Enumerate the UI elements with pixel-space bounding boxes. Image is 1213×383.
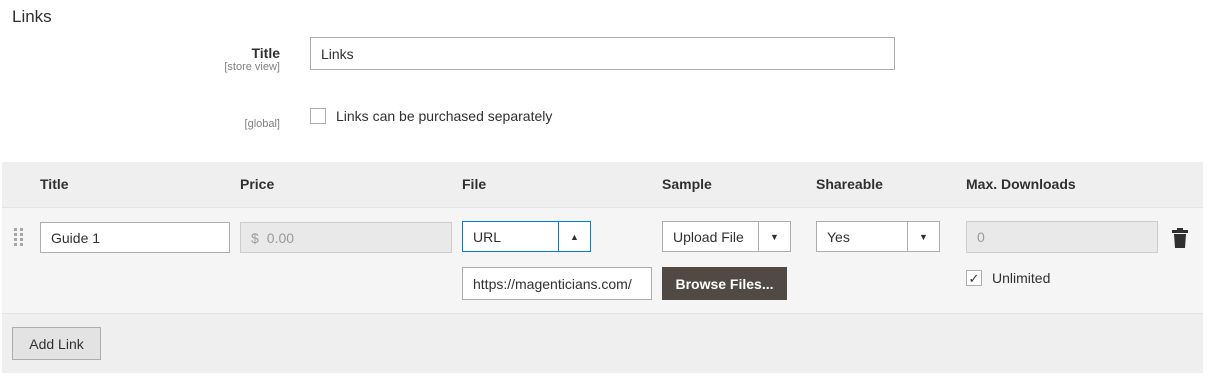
- shareable-value: Yes: [827, 228, 850, 245]
- file-type-select[interactable]: URL ▲: [462, 221, 591, 252]
- column-header-max-downloads: Max. Downloads: [966, 176, 1076, 192]
- check-icon: ✓: [968, 270, 980, 286]
- sample-type-value: Upload File: [673, 228, 744, 245]
- unlimited-checkbox[interactable]: ✓: [966, 270, 982, 286]
- file-url-input[interactable]: https://magenticians.com/: [462, 267, 652, 300]
- arrow-down-icon: ▼: [758, 222, 790, 251]
- column-header-title: Title: [40, 176, 69, 192]
- max-downloads-input[interactable]: 0: [966, 221, 1158, 253]
- title-input[interactable]: Links: [310, 37, 895, 70]
- column-header-shareable: Shareable: [816, 176, 883, 192]
- shareable-select[interactable]: Yes ▼: [816, 221, 940, 252]
- arrow-up-icon: ▲: [558, 222, 590, 251]
- title-field-label: Title: [251, 45, 280, 61]
- browse-files-button[interactable]: Browse Files...: [662, 267, 787, 300]
- grid-row-divider: [2, 313, 1203, 314]
- title-field-scope: [store view]: [224, 61, 280, 73]
- link-price-input[interactable]: $ 0.00: [240, 222, 452, 253]
- sample-type-select[interactable]: Upload File ▼: [662, 221, 791, 252]
- unlimited-label: Unlimited: [992, 270, 1051, 286]
- section-title: Links: [12, 7, 52, 26]
- price-placeholder: 0.00: [266, 229, 295, 246]
- purchase-separately-checkbox[interactable]: [310, 108, 326, 124]
- link-title-input[interactable]: Guide 1: [40, 222, 230, 253]
- drag-handle-icon[interactable]: [14, 228, 26, 248]
- file-type-value: URL: [473, 228, 502, 245]
- column-header-sample: Sample: [662, 176, 712, 192]
- arrow-down-icon: ▼: [907, 222, 939, 251]
- column-header-file: File: [462, 176, 487, 192]
- currency-symbol: $: [251, 229, 259, 246]
- column-header-price: Price: [240, 176, 275, 192]
- title-field-label-group: Title [store view]: [80, 45, 280, 73]
- separate-field-scope: [global]: [244, 118, 280, 130]
- add-link-button[interactable]: Add Link: [12, 327, 101, 360]
- purchase-separately-label: Links can be purchased separately: [336, 108, 553, 124]
- trash-icon[interactable]: [1172, 228, 1188, 248]
